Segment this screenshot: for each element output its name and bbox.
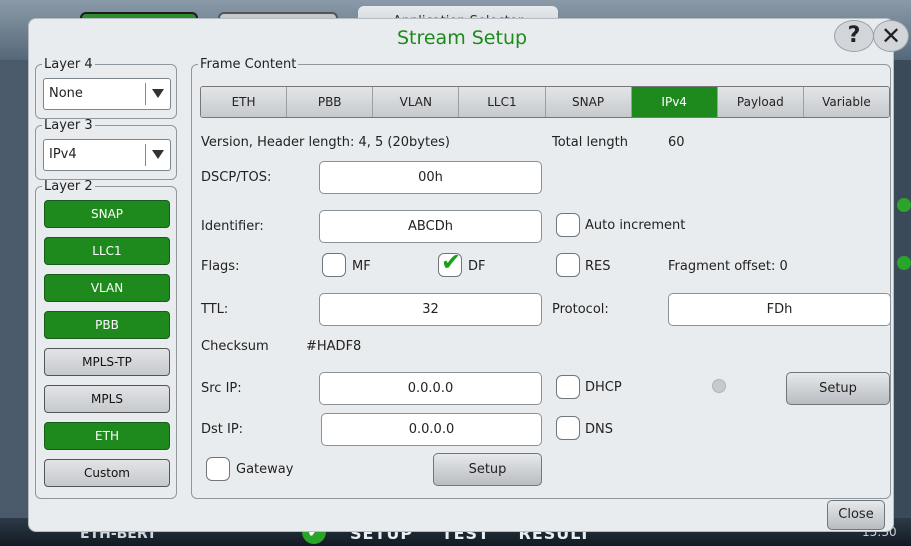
total-length-value: 60 — [668, 135, 685, 150]
tab-llc1[interactable]: LLC1 — [459, 87, 546, 117]
version-header-text: Version, Header length: 4, 5 (20bytes) — [201, 135, 450, 150]
dscp-field[interactable]: 00h — [319, 161, 542, 194]
dst-ip-label: Dst IP: — [201, 422, 244, 437]
layer2-llc1-button[interactable]: LLC1 — [44, 237, 170, 265]
layer3-select[interactable]: IPv4 — [43, 139, 171, 171]
tab-snap[interactable]: SNAP — [545, 87, 632, 117]
tab-payload[interactable]: Payload — [717, 87, 804, 117]
close-button[interactable]: Close — [827, 500, 885, 530]
tab-eth[interactable]: ETH — [201, 87, 288, 117]
gateway-label: Gateway — [236, 462, 294, 477]
layer2-eth-button[interactable]: ETH — [44, 422, 170, 450]
layer4-select-value: None — [49, 86, 83, 101]
src-ip-label: Src IP: — [201, 381, 242, 396]
tab-vlan[interactable]: VLAN — [373, 87, 460, 117]
status-led-icon — [897, 198, 911, 212]
check-icon: ✔ — [441, 248, 462, 276]
layer4-legend: Layer 4 — [44, 57, 93, 72]
frame-tabs: ETH PBB VLAN LLC1 SNAP IPv4 Payload Vari… — [200, 86, 890, 118]
ttl-label: TTL: — [201, 302, 229, 317]
layer2-group: Layer 2 SNAP LLC1 VLAN PBB MPLS-TP MPLS … — [35, 179, 177, 499]
tab-ipv4[interactable]: IPv4 — [631, 87, 718, 117]
flags-label: Flags: — [201, 259, 240, 274]
protocol-label: Protocol: — [552, 302, 609, 317]
close-icon[interactable]: ✕ — [873, 20, 909, 52]
frame-content-legend: Frame Content — [200, 57, 297, 72]
layer2-mpls-button[interactable]: MPLS — [44, 385, 170, 413]
src-ip-field[interactable]: 0.0.0.0 — [319, 372, 542, 405]
dhcp-label: DHCP — [585, 380, 622, 395]
src-setup-button[interactable]: Setup — [786, 372, 890, 405]
auto-increment-label: Auto increment — [585, 218, 686, 233]
layer2-pbb-button[interactable]: PBB — [44, 311, 170, 339]
background-right-strip — [893, 60, 911, 518]
dns-checkbox[interactable] — [556, 416, 580, 440]
gateway-checkbox[interactable] — [206, 457, 230, 481]
status-led-icon — [712, 379, 726, 393]
stream-setup-dialog: Stream Setup ? ✕ Layer 4 None Layer 3 IP… — [28, 18, 909, 532]
auto-increment-checkbox[interactable] — [556, 213, 580, 237]
checksum-value: #HADF8 — [306, 339, 362, 354]
layer2-custom-button[interactable]: Custom — [44, 459, 170, 487]
layer2-legend: Layer 2 — [44, 179, 93, 194]
total-length-label: Total length — [552, 135, 628, 150]
df-label: DF — [468, 259, 486, 274]
identifier-field[interactable]: ABCDh — [319, 210, 542, 243]
chevron-down-icon — [152, 150, 164, 159]
dscp-label: DSCP/TOS: — [201, 170, 272, 185]
protocol-field[interactable]: FDh — [668, 293, 891, 326]
dialog-title: Stream Setup — [396, 27, 528, 49]
dst-ip-field[interactable]: 0.0.0.0 — [321, 413, 542, 446]
dns-label: DNS — [585, 422, 613, 437]
layer4-group: Layer 4 None — [35, 57, 177, 119]
mf-label: MF — [352, 259, 371, 274]
tab-variable[interactable]: Variable — [803, 87, 889, 117]
layer4-select[interactable]: None — [43, 78, 171, 110]
mf-checkbox[interactable] — [322, 253, 346, 277]
res-checkbox[interactable] — [556, 253, 580, 277]
dhcp-checkbox[interactable] — [556, 375, 580, 399]
checksum-label: Checksum — [201, 339, 269, 354]
gateway-setup-button[interactable]: Setup — [433, 453, 542, 486]
help-button[interactable]: ? — [834, 20, 874, 52]
layer3-group: Layer 3 IPv4 — [35, 118, 177, 180]
fragment-offset-text: Fragment offset: 0 — [668, 259, 788, 274]
ttl-field[interactable]: 32 — [319, 293, 542, 326]
res-label: RES — [585, 259, 611, 274]
frame-content-group: Frame Content ETH PBB VLAN LLC1 SNAP IPv… — [191, 57, 891, 499]
layer3-legend: Layer 3 — [44, 118, 93, 133]
df-checkbox[interactable]: ✔ — [438, 248, 462, 277]
status-led-icon — [897, 256, 911, 270]
layer3-select-value: IPv4 — [49, 147, 77, 162]
layer2-mpls-tp-button[interactable]: MPLS-TP — [44, 348, 170, 376]
layer2-vlan-button[interactable]: VLAN — [44, 274, 170, 302]
layer2-snap-button[interactable]: SNAP — [44, 200, 170, 228]
tab-pbb[interactable]: PBB — [287, 87, 374, 117]
identifier-label: Identifier: — [201, 219, 264, 234]
chevron-down-icon — [152, 89, 164, 98]
